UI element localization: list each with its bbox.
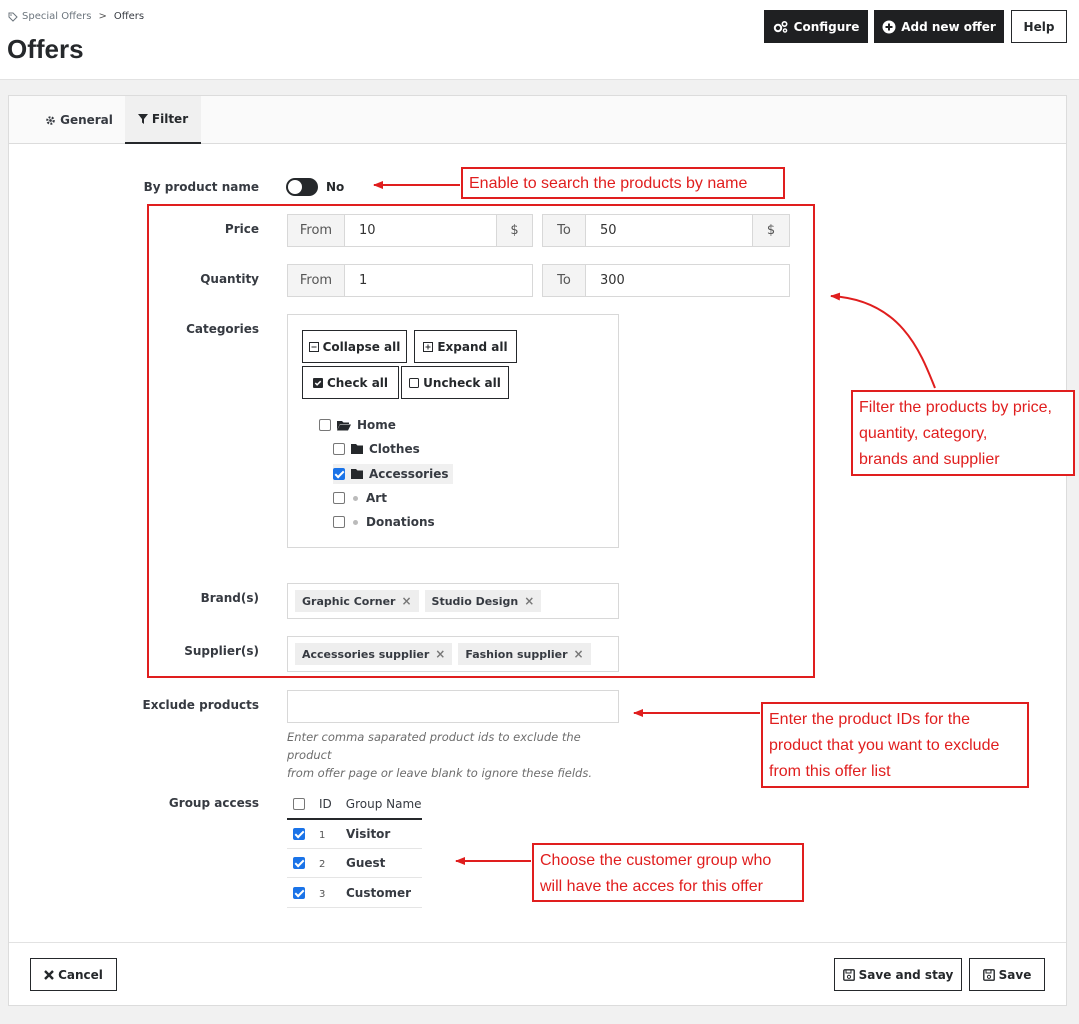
exclude-callout: Enter the product IDs for the product th… — [761, 702, 1029, 788]
by-product-name-label: By product name — [143, 180, 259, 194]
group-name: Visitor — [346, 827, 391, 841]
table-row: 3 Customer — [287, 878, 422, 908]
group-id: 1 — [319, 830, 326, 841]
floppy-disk-icon — [982, 968, 995, 981]
callout-text: Enter the product IDs for the — [769, 711, 970, 728]
form-footer: Cancel Save and stay Save — [9, 942, 1066, 1005]
floppy-disk-icon — [842, 968, 855, 981]
group-id-header: ID — [319, 797, 332, 811]
save-label: Save — [998, 967, 1032, 982]
help-label: Help — [1023, 19, 1055, 34]
breadcrumb-separator: > — [98, 11, 107, 22]
cog-icon — [46, 115, 55, 125]
group-checkbox-visitor[interactable] — [293, 828, 305, 840]
callout-text: Filter the products by price, — [859, 399, 1052, 416]
breadcrumb: Special Offers > Offers — [8, 11, 144, 22]
tab-bar: General Filter — [9, 96, 1066, 144]
exclude-products-label: Exclude products — [142, 698, 260, 712]
save-button[interactable]: Save — [969, 958, 1045, 991]
tag-icon — [8, 12, 18, 22]
add-new-offer-button[interactable]: Add new offer — [874, 10, 1004, 43]
exclude-products-input[interactable] — [287, 690, 619, 723]
table-row: 2 Guest — [287, 849, 422, 878]
exclude-help-line1: Enter comma saparated product ids to exc… — [287, 730, 581, 762]
tab-filter-label: Filter — [151, 112, 189, 126]
group-id: 2 — [319, 859, 326, 870]
by-product-name-toggle[interactable] — [286, 178, 318, 196]
page-header: Special Offers > Offers Offers Configure… — [0, 0, 1079, 80]
group-id: 3 — [319, 888, 326, 900]
configure-button[interactable]: Configure — [764, 10, 868, 43]
cancel-label: Cancel — [58, 967, 103, 982]
page-title: Offers — [7, 34, 84, 64]
cancel-button[interactable]: Cancel — [30, 958, 117, 991]
by-product-name-value: No — [326, 180, 345, 194]
plus-circle-icon — [882, 20, 896, 33]
configure-label: Configure — [793, 19, 860, 34]
callout-text: quantity, category, — [859, 425, 988, 442]
breadcrumb-current: Offers — [113, 11, 145, 22]
tab-general[interactable]: General — [29, 96, 129, 144]
group-name: Customer — [346, 885, 412, 900]
save-and-stay-label: Save and stay — [858, 967, 954, 982]
group-name-header: Group Name — [345, 797, 422, 811]
callout-text: brands and supplier — [859, 451, 1000, 468]
callout-text: product that you want to exclude — [769, 737, 1000, 754]
group-access-label: Group access — [168, 796, 259, 810]
filter-icon — [137, 114, 148, 124]
name-search-callout: Enable to search the products by name — [461, 167, 785, 199]
exclude-products-help: Enter comma saparated product ids to exc… — [287, 728, 617, 782]
filter-section-highlight — [147, 204, 815, 678]
callout-text: Choose the customer group who — [540, 852, 772, 869]
group-checkbox-customer[interactable] — [293, 886, 305, 899]
callout-text: Enable to search the products by name — [469, 175, 748, 192]
gears-icon — [773, 20, 788, 33]
filter-callout: Filter the products by price, quantity, … — [851, 390, 1075, 476]
callout-text: from this offer list — [769, 763, 891, 780]
group-name: Guest — [346, 856, 386, 870]
group-select-all-checkbox[interactable] — [293, 798, 305, 810]
exclude-help-line2: from offer page or leave blank to ignore… — [287, 766, 592, 780]
close-icon — [44, 969, 54, 980]
tab-filter[interactable]: Filter — [125, 96, 201, 144]
add-new-offer-label: Add new offer — [901, 19, 996, 34]
tab-general-label: General — [60, 113, 113, 127]
save-and-stay-button[interactable]: Save and stay — [834, 958, 962, 991]
table-row: 1 Visitor — [287, 820, 422, 849]
breadcrumb-parent-link[interactable]: Special Offers — [22, 11, 91, 22]
group-access-callout: Choose the customer group who will have … — [532, 843, 804, 902]
group-checkbox-guest[interactable] — [293, 857, 305, 869]
callout-text: will have the acces for this offer — [540, 878, 763, 895]
help-button[interactable]: Help — [1011, 10, 1067, 43]
group-table-header: ID Group Name — [287, 790, 422, 820]
